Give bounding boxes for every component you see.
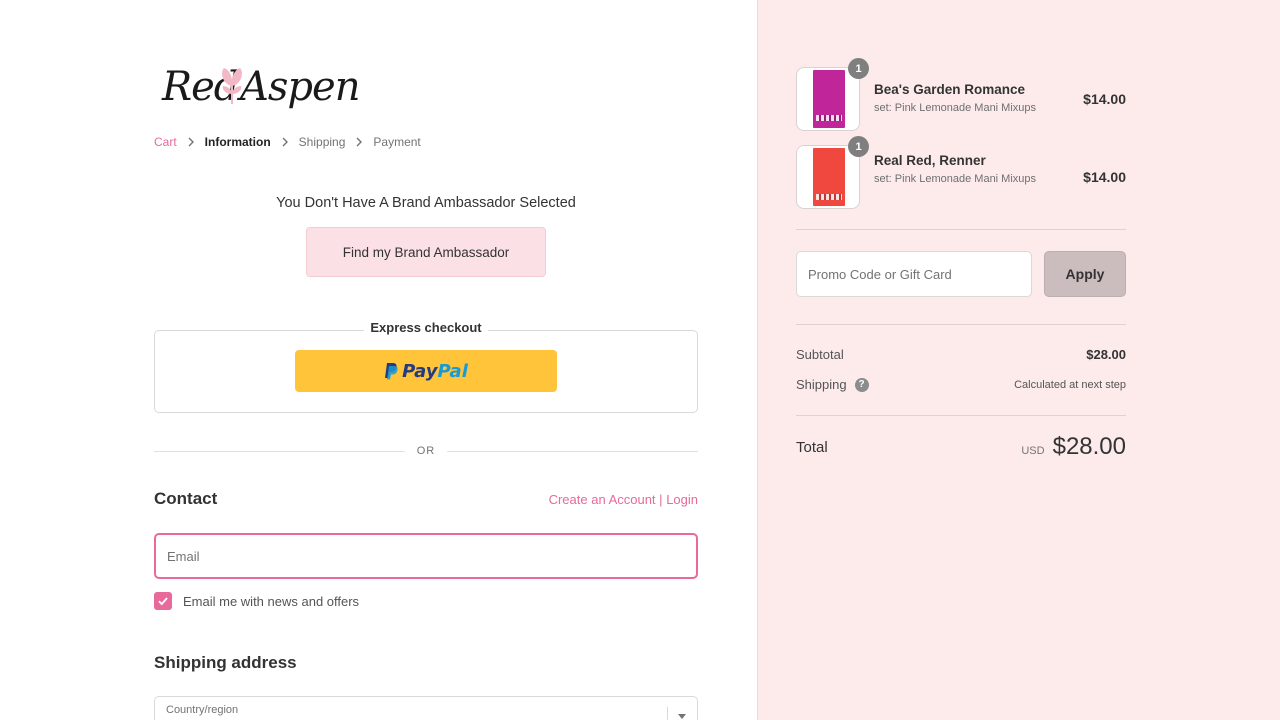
country-label: Country/region — [166, 704, 239, 716]
subtotal-label: Subtotal — [796, 347, 844, 362]
product-image-band — [816, 115, 842, 121]
currency-code: USD — [1021, 445, 1045, 457]
paypal-text-pal: Pal — [437, 360, 468, 382]
summary-divider — [796, 415, 1126, 416]
newsletter-option: Email me with news and offers — [154, 592, 359, 610]
login-link[interactable]: Login — [666, 492, 698, 507]
product-image-band — [816, 194, 842, 200]
quantity-badge: 1 — [848, 58, 869, 79]
divider-line — [447, 450, 698, 452]
paypal-button[interactable]: PayPal — [295, 350, 557, 392]
paypal-text-pay: Pay — [402, 360, 438, 382]
contact-heading: Contact — [154, 489, 218, 508]
create-account-link[interactable]: Create an Account — [549, 492, 656, 507]
product-name: Real Red, Renner — [874, 153, 986, 168]
total-amount: $28.00 — [1052, 433, 1126, 460]
ambassador-status-text: You Don't Have A Brand Ambassador Select… — [276, 195, 576, 211]
select-divider — [667, 707, 668, 720]
shipping-address-heading: Shipping address — [154, 653, 297, 672]
subtotal-value: $28.00 — [1086, 347, 1126, 362]
cart-item: 1 Real Red, Renner set: Pink Lemonade Ma… — [796, 136, 1126, 209]
quantity-badge: 1 — [848, 136, 869, 157]
summary-divider — [796, 324, 1126, 325]
breadcrumb-shipping: Shipping — [298, 135, 346, 149]
logo-text-aspen: Aspen — [240, 64, 360, 110]
red-aspen-logo[interactable]: Red Aspen — [160, 60, 360, 114]
shipping-line: Shipping ? — [796, 377, 869, 392]
express-checkout-label: Express checkout — [364, 320, 488, 335]
chevron-right-icon — [345, 137, 373, 147]
chevron-down-icon — [678, 714, 686, 719]
product-image — [813, 70, 845, 128]
apply-button[interactable]: Apply — [1044, 251, 1126, 297]
product-name: Bea's Garden Romance — [874, 82, 1026, 97]
account-links: Create an Account | Login — [549, 492, 698, 507]
summary-divider — [796, 229, 1126, 230]
paypal-logo: PayPal — [384, 361, 468, 382]
breadcrumb: Cart Information Shipping Payment — [154, 135, 421, 149]
breadcrumb-information: Information — [204, 135, 271, 149]
email-field[interactable] — [154, 533, 698, 579]
or-text: OR — [416, 445, 436, 457]
country-select[interactable]: Country/region — [154, 696, 698, 720]
breadcrumb-payment: Payment — [373, 135, 421, 149]
shipping-value: Calculated at next step — [1014, 379, 1126, 391]
checkout-main: Red Aspen Cart Information Shipping Paym… — [0, 0, 757, 720]
product-image — [813, 148, 845, 206]
question-icon[interactable]: ? — [854, 377, 869, 392]
paypal-icon — [385, 363, 398, 380]
newsletter-checkbox[interactable] — [154, 592, 172, 610]
product-thumbnail — [796, 145, 860, 209]
chevron-right-icon — [177, 137, 205, 147]
link-separator: | — [659, 492, 663, 507]
or-divider: OR — [154, 442, 698, 460]
promo-code-input[interactable] — [796, 251, 1032, 297]
product-price: $14.00 — [1083, 169, 1126, 185]
total-label: Total — [796, 439, 828, 456]
divider-line — [154, 450, 405, 452]
shipping-label: Shipping — [796, 377, 847, 392]
chevron-right-icon — [271, 137, 299, 147]
product-variant: set: Pink Lemonade Mani Mixups — [874, 173, 1037, 185]
total-value: USD $28.00 — [1021, 433, 1126, 461]
cart-item: 1 Bea's Garden Romance set: Pink Lemonad… — [796, 58, 1126, 131]
product-variant: set: Pink Lemonade Mani Mixups — [874, 102, 1037, 114]
find-ambassador-button[interactable]: Find my Brand Ambassador — [306, 227, 546, 277]
breadcrumb-cart[interactable]: Cart — [154, 135, 177, 149]
newsletter-label: Email me with news and offers — [183, 593, 360, 609]
product-price: $14.00 — [1083, 91, 1126, 107]
checkmark-icon — [158, 597, 168, 606]
product-thumbnail — [796, 67, 860, 131]
